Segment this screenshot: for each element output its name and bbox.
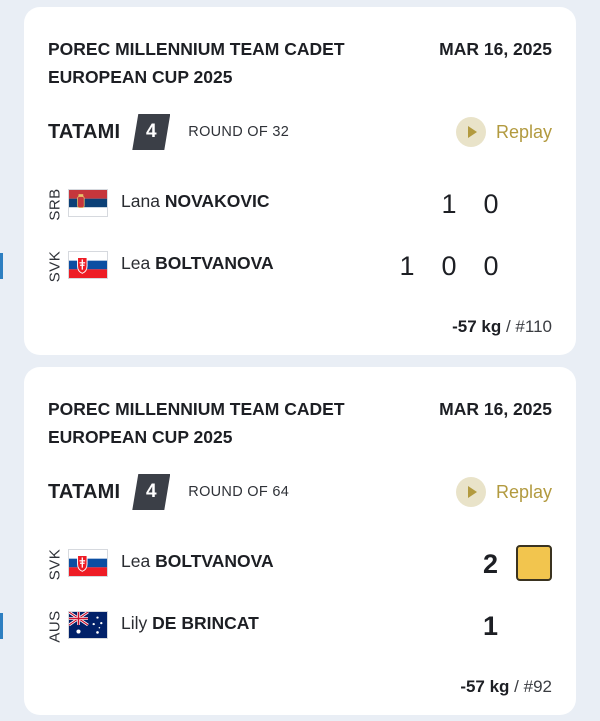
score-digit: 2 (482, 548, 498, 579)
score-digit: 0 (483, 188, 499, 219)
shido-yellow-card (516, 545, 552, 581)
replay-button[interactable]: Replay (455, 474, 552, 510)
country-code: SRB (46, 187, 64, 221)
score-group: 1 0 0 (398, 245, 500, 287)
country-code: SVK (46, 548, 64, 580)
athlete-name: Lea BOLTVANOVA (121, 253, 274, 273)
athlete-name: Lily DE BRINCAT (121, 613, 259, 633)
athlete-name: Lea BOLTVANOVA (121, 551, 274, 571)
weight-match-info: -57 kg / #92 (460, 677, 552, 696)
score-digit: 1 (399, 250, 415, 281)
event-title: POREC MILLENNIUM TEAM CADET EUROPEAN CUP… (48, 399, 345, 447)
weight-match-info: -57 kg / #110 (452, 317, 552, 336)
replay-label: Replay (495, 121, 552, 142)
tatami-info: TATAMI 4 ROUND OF 64 (48, 474, 289, 510)
tatami-label: TATAMI (48, 120, 121, 143)
tatami-number-badge: 4 (132, 114, 170, 150)
tatami-label: TATAMI (48, 480, 121, 503)
country-code: AUS (46, 609, 64, 643)
match-date: MAR 16, 2025 (439, 39, 552, 59)
score-group: 1 0 (440, 183, 500, 225)
australia-flag-icon (68, 611, 108, 639)
slovakia-flag-icon (68, 251, 108, 279)
event-title: POREC MILLENNIUM TEAM CADET EUROPEAN CUP… (48, 39, 345, 87)
athlete-row[interactable]: SRB Lana NOVAKOVIC 1 0 (24, 183, 576, 227)
serbia-flag-icon (68, 189, 108, 217)
round-label: ROUND OF 64 (188, 484, 290, 500)
tatami-info: TATAMI 4 ROUND OF 32 (48, 114, 289, 150)
winner-indicator (0, 613, 3, 639)
athlete-row[interactable]: AUS Lily DE BRINCAT 1 (0, 605, 576, 649)
winner-indicator (0, 253, 3, 279)
play-circle-icon (455, 117, 486, 147)
score-digit: 0 (441, 250, 457, 281)
match-card[interactable]: POREC MILLENNIUM TEAM CADET EUROPEAN CUP… (0, 367, 576, 715)
slovakia-flag-icon (68, 549, 108, 577)
score-digit: 1 (441, 188, 457, 219)
score-digit: 1 (482, 610, 498, 641)
tatami-number-badge: 4 (132, 474, 170, 510)
match-date: MAR 16, 2025 (439, 399, 552, 419)
replay-label: Replay (495, 481, 552, 502)
round-label: ROUND OF 32 (188, 124, 290, 140)
replay-button[interactable]: Replay (455, 114, 552, 150)
play-circle-icon (455, 477, 486, 507)
athlete-name: Lana NOVAKOVIC (121, 191, 270, 211)
athlete-row[interactable]: SVK Lea BOLTVANOVA 1 0 0 (0, 245, 576, 289)
country-code: SVK (46, 250, 64, 282)
score-digit: 0 (483, 250, 499, 281)
match-card[interactable]: POREC MILLENNIUM TEAM CADET EUROPEAN CUP… (0, 7, 576, 355)
athlete-row[interactable]: SVK Lea BOLTVANOVA 2 (24, 543, 576, 587)
